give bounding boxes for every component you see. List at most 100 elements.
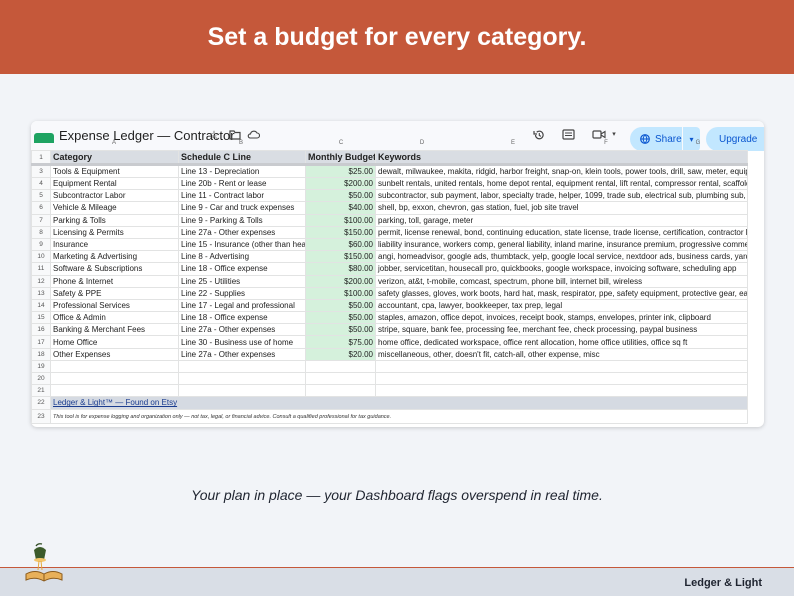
category-cell[interactable]: Home Office — [50, 335, 179, 349]
disclaimer-cell[interactable]: This tool is for expense logging and org… — [50, 408, 748, 424]
category-cell[interactable]: Professional Services — [50, 298, 179, 313]
empty-cell[interactable] — [375, 359, 748, 374]
category-cell[interactable]: Marketing & Advertising — [50, 250, 179, 264]
comments-icon[interactable] — [562, 129, 575, 140]
header-schedule[interactable]: Schedule C Line — [178, 150, 306, 166]
budget-cell[interactable]: $50.00 — [305, 189, 376, 203]
keywords-cell[interactable]: safety glasses, gloves, work boots, hard… — [375, 286, 748, 300]
budget-cell[interactable]: $100.00 — [305, 286, 376, 300]
row-number[interactable]: 22 — [31, 396, 51, 410]
row-number[interactable]: 7 — [31, 213, 51, 227]
keywords-cell[interactable]: permit, license renewal, bond, continuin… — [375, 225, 748, 239]
schedule-cell[interactable]: Line 17 - Legal and professional — [178, 298, 306, 313]
cloud-status-icon[interactable] — [247, 129, 260, 140]
schedule-cell[interactable]: Line 8 - Advertising — [178, 250, 306, 264]
budget-cell[interactable]: $200.00 — [305, 176, 376, 191]
row-number[interactable]: 19 — [31, 359, 51, 374]
schedule-cell[interactable]: Line 25 - Utilities — [178, 274, 306, 288]
budget-cell[interactable]: $100.00 — [305, 213, 376, 227]
budget-cell[interactable]: $40.00 — [305, 201, 376, 215]
footer-cell[interactable]: Ledger & Light™ — Found on Etsy — [50, 396, 748, 410]
keywords-cell[interactable]: jobber, servicetitan, housecall pro, qui… — [375, 262, 748, 276]
row-number[interactable]: 17 — [31, 335, 51, 349]
schedule-cell[interactable]: Line 22 - Supplies — [178, 286, 306, 300]
row-number[interactable]: 13 — [31, 286, 51, 300]
column-letter[interactable]: E — [511, 140, 515, 146]
row-number[interactable]: 21 — [31, 384, 51, 398]
etsy-link[interactable]: Ledger & Light™ — Found on Etsy — [53, 398, 177, 407]
row-number[interactable]: 5 — [31, 189, 51, 203]
column-letter[interactable]: F — [604, 140, 608, 146]
row-number[interactable]: 20 — [31, 371, 51, 386]
category-cell[interactable]: Office & Admin — [50, 311, 179, 325]
category-cell[interactable]: Parking & Tolls — [50, 213, 179, 227]
schedule-cell[interactable]: Line 9 - Car and truck expenses — [178, 201, 306, 215]
budget-cell[interactable]: $20.00 — [305, 347, 376, 361]
empty-cell[interactable] — [178, 359, 306, 374]
keywords-cell[interactable]: liability insurance, workers comp, gener… — [375, 237, 748, 252]
category-cell[interactable]: Banking & Merchant Fees — [50, 323, 179, 337]
keywords-cell[interactable]: angi, homeadvisor, google ads, thumbtack… — [375, 250, 748, 264]
empty-cell[interactable] — [178, 384, 306, 398]
header-category[interactable]: Category — [50, 150, 179, 166]
empty-cell[interactable] — [50, 384, 179, 398]
category-cell[interactable]: Equipment Rental — [50, 176, 179, 191]
schedule-cell[interactable]: Line 18 - Office expense — [178, 311, 306, 325]
empty-cell[interactable] — [375, 371, 748, 386]
category-cell[interactable]: Other Expenses — [50, 347, 179, 361]
category-cell[interactable]: Safety & PPE — [50, 286, 179, 300]
keywords-cell[interactable]: miscellaneous, other, doesn't fit, catch… — [375, 347, 748, 361]
category-cell[interactable]: Phone & Internet — [50, 274, 179, 288]
row-number[interactable]: 9 — [31, 237, 51, 252]
budget-cell[interactable]: $25.00 — [305, 163, 376, 178]
empty-cell[interactable] — [305, 359, 376, 374]
budget-cell[interactable]: $50.00 — [305, 298, 376, 313]
budget-cell[interactable]: $150.00 — [305, 225, 376, 239]
category-cell[interactable]: Vehicle & Mileage — [50, 201, 179, 215]
row-number[interactable]: 4 — [31, 176, 51, 191]
schedule-cell[interactable]: Line 27a - Other expenses — [178, 347, 306, 361]
empty-cell[interactable] — [305, 384, 376, 398]
schedule-cell[interactable]: Line 20b - Rent or lease — [178, 176, 306, 191]
category-cell[interactable]: Subcontractor Labor — [50, 189, 179, 203]
empty-cell[interactable] — [50, 371, 179, 386]
schedule-cell[interactable]: Line 9 - Parking & Tolls — [178, 213, 306, 227]
empty-cell[interactable] — [305, 371, 376, 386]
column-letter[interactable]: C — [339, 140, 343, 146]
row-number[interactable]: 11 — [31, 262, 51, 276]
budget-cell[interactable]: $80.00 — [305, 262, 376, 276]
keywords-cell[interactable]: staples, amazon, office depot, invoices,… — [375, 311, 748, 325]
budget-cell[interactable]: $150.00 — [305, 250, 376, 264]
meet-video-icon[interactable] — [592, 129, 606, 140]
budget-cell[interactable]: $200.00 — [305, 274, 376, 288]
category-cell[interactable]: Insurance — [50, 237, 179, 252]
schedule-cell[interactable]: Line 13 - Depreciation — [178, 163, 306, 178]
row-number[interactable]: 18 — [31, 347, 51, 361]
budget-cell[interactable]: $50.00 — [305, 311, 376, 325]
column-letter[interactable]: A — [112, 140, 116, 146]
schedule-cell[interactable]: Line 11 - Contract labor — [178, 189, 306, 203]
row-number[interactable]: 15 — [31, 311, 51, 325]
row-number[interactable]: 6 — [31, 201, 51, 215]
row-number[interactable]: 1 — [31, 150, 51, 166]
keywords-cell[interactable]: subcontractor, sub payment, labor, speci… — [375, 189, 748, 203]
category-cell[interactable]: Software & Subscriptions — [50, 262, 179, 276]
schedule-cell[interactable]: Line 15 - Insurance (other than healt — [178, 237, 306, 252]
keywords-cell[interactable]: accountant, cpa, lawyer, bookkeeper, tax… — [375, 298, 748, 313]
row-number[interactable]: 23 — [31, 408, 51, 424]
schedule-cell[interactable]: Line 30 - Business use of home — [178, 335, 306, 349]
keywords-cell[interactable]: parking, toll, garage, meter — [375, 213, 748, 227]
category-cell[interactable]: Licensing & Permits — [50, 225, 179, 239]
keywords-cell[interactable]: sunbelt rentals, united rentals, home de… — [375, 176, 748, 191]
row-number[interactable]: 8 — [31, 225, 51, 239]
header-keywords[interactable]: Keywords — [375, 150, 748, 166]
row-number[interactable]: 12 — [31, 274, 51, 288]
header-budget[interactable]: Monthly Budget — [305, 150, 376, 166]
budget-cell[interactable]: $60.00 — [305, 237, 376, 252]
row-number[interactable]: 14 — [31, 298, 51, 313]
column-letter[interactable]: B — [239, 140, 243, 146]
empty-cell[interactable] — [375, 384, 748, 398]
schedule-cell[interactable]: Line 27a - Other expenses — [178, 323, 306, 337]
row-number[interactable]: 10 — [31, 250, 51, 264]
row-number[interactable]: 3 — [31, 163, 51, 178]
